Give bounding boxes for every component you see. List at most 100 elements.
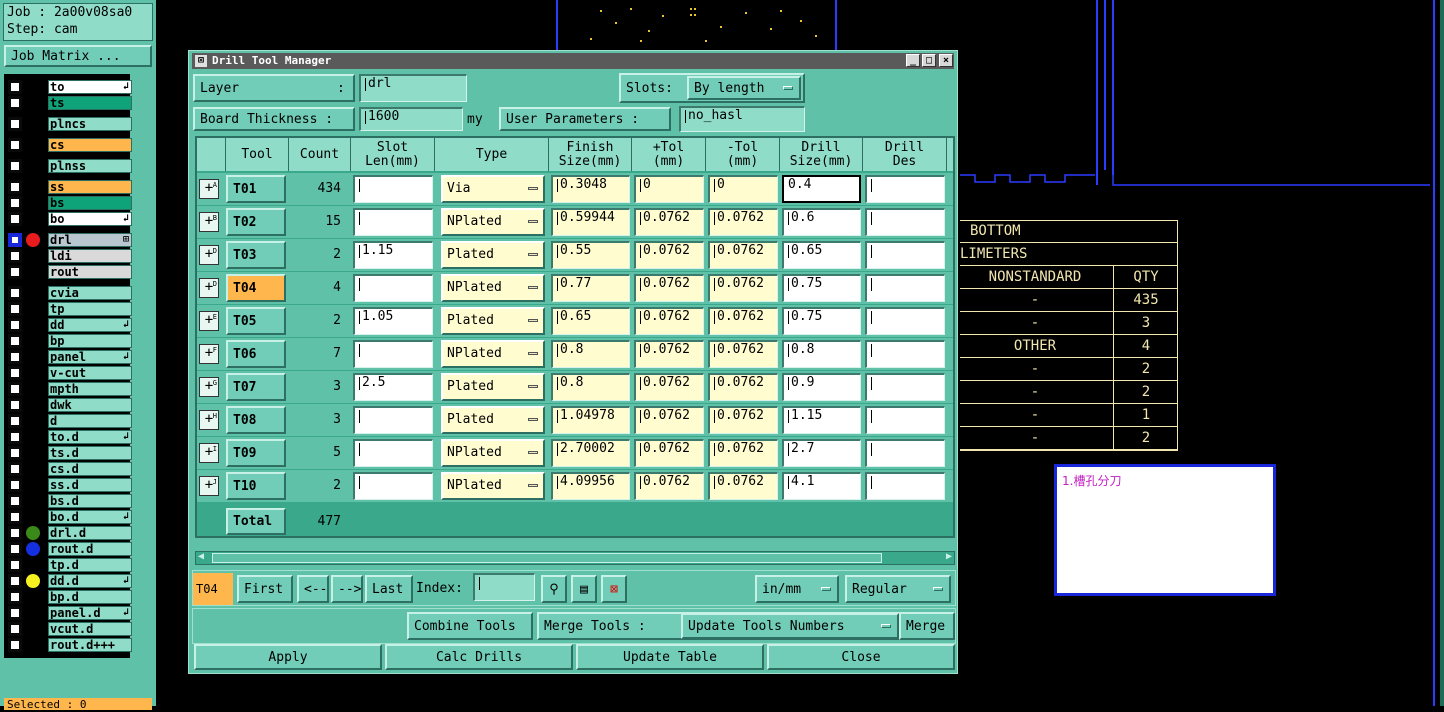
finish-size-input[interactable]: 0.8 (551, 340, 630, 368)
layer-name[interactable]: ts.d (48, 446, 132, 460)
layer-name[interactable]: bs.d (48, 494, 132, 508)
layer-checkbox[interactable] (8, 366, 22, 380)
layer-row[interactable]: to ↲ (8, 80, 132, 94)
user-parameters-input[interactable]: no_hasl (679, 106, 805, 132)
layer-checkbox[interactable] (8, 117, 22, 131)
plus-tol-input[interactable]: 0.0762 (634, 241, 704, 269)
layer-name[interactable]: dd.d ↲ (48, 574, 132, 588)
type-dropdown[interactable]: NPlated (441, 208, 545, 236)
plus-tol-input[interactable]: 0.0762 (634, 472, 704, 500)
apply-button[interactable]: Apply (194, 644, 382, 670)
minimize-icon[interactable]: _ (906, 54, 920, 67)
layer-name[interactable]: plnss (48, 159, 132, 173)
layer-row[interactable]: bp.d (8, 590, 132, 604)
layer-row[interactable]: ts (8, 96, 132, 110)
layer-checkbox[interactable] (8, 212, 22, 226)
drill-des-input[interactable] (865, 406, 945, 434)
slot-length-input[interactable]: 2.5 (353, 373, 433, 401)
finish-size-input[interactable]: 1.04978 (551, 406, 630, 434)
layer-row[interactable]: cs.d (8, 462, 132, 476)
layer-row[interactable]: rout.d+++ (8, 638, 132, 652)
slot-length-input[interactable]: 1.05 (353, 307, 433, 335)
layer-row[interactable]: ldi (8, 249, 132, 263)
tool-button[interactable]: T06 (226, 340, 286, 368)
minus-tol-input[interactable]: 0.0762 (708, 274, 778, 302)
finish-size-input[interactable]: 0.77 (551, 274, 630, 302)
layer-row[interactable]: d (8, 414, 132, 428)
layer-row[interactable]: plncs (8, 117, 132, 131)
minus-tol-input[interactable]: 0.0762 (708, 307, 778, 335)
layer-checkbox[interactable] (8, 302, 22, 316)
delete-icon[interactable]: ⊠ (601, 575, 627, 603)
expand-row-icon[interactable]: + I (199, 443, 219, 463)
last-button[interactable]: Last (365, 575, 413, 603)
layer-name[interactable]: panel ↲ (48, 350, 132, 364)
search-icon[interactable]: ⚲ (541, 575, 567, 603)
layer-name[interactable]: bp.d (48, 590, 132, 604)
layer-checkbox[interactable] (8, 382, 22, 396)
layer-checkbox[interactable] (8, 510, 22, 524)
expand-row-icon[interactable]: + D (199, 278, 219, 298)
layer-checkbox[interactable] (8, 398, 22, 412)
layer-name[interactable]: cvia (48, 286, 132, 300)
plus-tol-input[interactable]: 0.0762 (634, 274, 704, 302)
tool-button[interactable]: T08 (226, 406, 286, 434)
merge-button[interactable]: Merge (899, 612, 955, 640)
expand-row-icon[interactable]: + G (199, 377, 219, 397)
layer-checkbox[interactable] (8, 159, 22, 173)
plus-tol-input[interactable]: 0.0762 (634, 439, 704, 467)
minus-tol-input[interactable]: 0.0762 (708, 241, 778, 269)
layer-row[interactable]: tp.d (8, 558, 132, 572)
drill-des-input[interactable] (865, 373, 945, 401)
tool-button[interactable]: T04 (226, 274, 286, 302)
tool-button[interactable]: T10 (226, 472, 286, 500)
drill-size-input[interactable]: 0.6 (782, 208, 861, 236)
layer-name[interactable]: mpth (48, 382, 132, 396)
job-matrix-button[interactable]: Job Matrix ... (4, 45, 152, 67)
layer-name[interactable]: plncs (48, 117, 132, 131)
drill-size-input[interactable]: 0.65 (782, 241, 861, 269)
layer-name[interactable]: cs (48, 138, 132, 152)
layer-row[interactable]: bp (8, 334, 132, 348)
layer-name[interactable]: rout.d (48, 542, 132, 556)
layer-name[interactable]: rout.d+++ (48, 638, 132, 652)
scroll-right-icon[interactable]: ▶ (946, 551, 952, 562)
slot-length-input[interactable] (353, 208, 433, 236)
finish-size-input[interactable]: 0.8 (551, 373, 630, 401)
layer-checkbox[interactable] (8, 638, 22, 652)
tool-button[interactable]: T01 (226, 175, 286, 203)
layer-row[interactable]: drl.d (8, 526, 132, 540)
drill-size-input[interactable]: 4.1 (782, 472, 861, 500)
drill-size-input[interactable]: 0.4 (782, 175, 861, 203)
layer-row[interactable]: dd.d ↲ (8, 574, 132, 588)
scroll-left-icon[interactable]: ◀ (198, 551, 204, 562)
minus-tol-input[interactable]: 0 (708, 175, 778, 203)
tool-button[interactable]: T05 (226, 307, 286, 335)
layer-name[interactable]: rout (48, 265, 132, 279)
index-input[interactable] (473, 573, 535, 601)
layer-checkbox[interactable] (8, 430, 22, 444)
drill-size-input[interactable]: 1.15 (782, 406, 861, 434)
type-dropdown[interactable]: Via (441, 175, 545, 203)
layer-name[interactable]: ldi (48, 249, 132, 263)
layer-checkbox[interactable] (8, 233, 22, 247)
layer-name[interactable]: to ↲ (48, 80, 132, 94)
close-button[interactable]: Close (767, 644, 955, 670)
layer-checkbox[interactable] (8, 265, 22, 279)
layer-checkbox[interactable] (8, 526, 22, 540)
layer-checkbox[interactable] (8, 350, 22, 364)
layer-checkbox[interactable] (8, 622, 22, 636)
slot-length-input[interactable] (353, 274, 433, 302)
first-button[interactable]: First (237, 575, 293, 603)
plus-tol-input[interactable]: 0.0762 (634, 373, 704, 401)
layer-checkbox[interactable] (8, 542, 22, 556)
drill-size-input[interactable]: 2.7 (782, 439, 861, 467)
layer-name[interactable]: ts (48, 96, 132, 110)
maximize-icon[interactable]: □ (922, 54, 936, 67)
dialog-titlebar[interactable]: ⊠ Drill Tool Manager _ □ × (192, 53, 954, 69)
layer-row[interactable]: vcut.d (8, 622, 132, 636)
drill-des-input[interactable] (865, 274, 945, 302)
layer-row[interactable]: to.d ↲ (8, 430, 132, 444)
tool-button[interactable]: T03 (226, 241, 286, 269)
layer-name[interactable]: tp (48, 302, 132, 316)
